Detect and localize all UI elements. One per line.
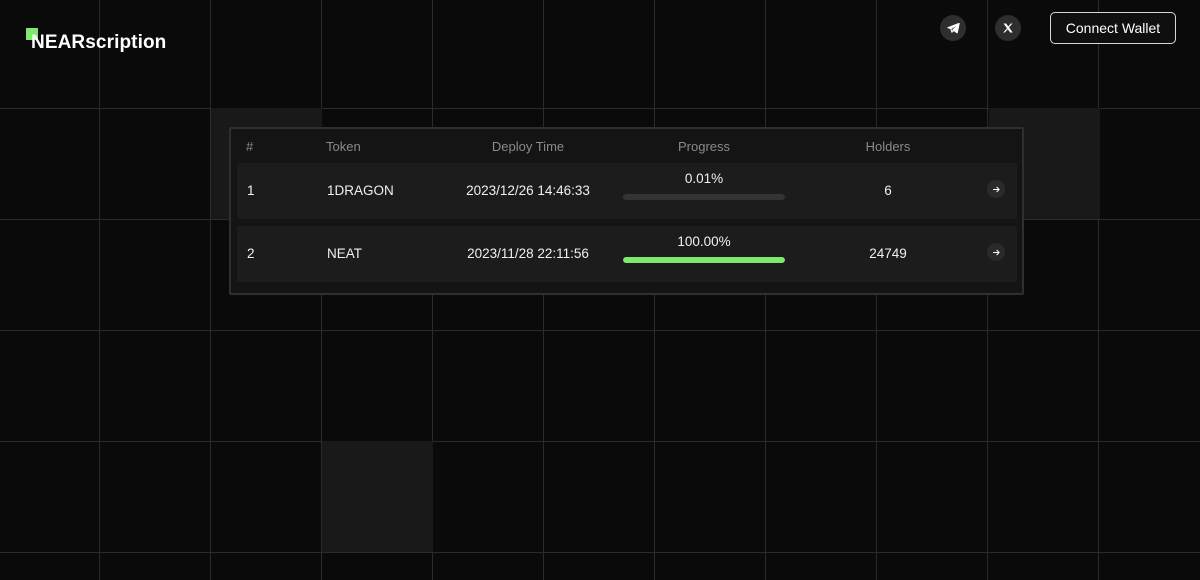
column-header-deploy-time: Deploy Time <box>491 139 565 154</box>
token-table: # Token Deploy Time Progress Holders 1 1… <box>229 127 1024 295</box>
open-token-button[interactable] <box>987 243 1005 261</box>
arrow-right-icon <box>992 186 1000 192</box>
open-token-button[interactable] <box>987 180 1005 198</box>
progress-percent: 0.01% <box>684 171 724 186</box>
progress-cell: 0.01% <box>623 171 785 200</box>
grid-highlight-cell <box>322 441 433 552</box>
app-page: NEARscription Connect Wallet # Token Dep… <box>0 0 1200 580</box>
connect-wallet-button[interactable]: Connect Wallet <box>1050 12 1176 44</box>
deploy-time: 2023/12/26 14:46:33 <box>466 183 590 198</box>
progress-bar <box>623 194 785 200</box>
table-row[interactable]: 1 1DRAGON 2023/12/26 14:46:33 0.01% 6 <box>237 163 1017 219</box>
arrow-right-icon <box>992 249 1000 255</box>
logo[interactable]: NEARscription <box>26 28 166 54</box>
token-name: 1DRAGON <box>327 183 394 198</box>
row-number: 2 <box>247 246 255 261</box>
telegram-icon <box>947 22 960 34</box>
logo-text: NEARscription <box>31 32 167 53</box>
holders-count: 24749 <box>869 246 907 261</box>
progress-bar-fill <box>623 257 785 263</box>
progress-percent: 100.00% <box>677 234 731 249</box>
progress-bar <box>623 257 785 263</box>
row-number: 1 <box>247 183 255 198</box>
column-header-holders: Holders <box>865 139 911 154</box>
deploy-time: 2023/11/28 22:11:56 <box>467 246 589 261</box>
table-row[interactable]: 2 NEAT 2023/11/28 22:11:56 100.00% 24749 <box>237 226 1017 282</box>
column-header-progress: Progress <box>677 139 731 154</box>
table-header: # Token Deploy Time Progress Holders <box>231 139 1022 159</box>
x-link[interactable] <box>995 15 1021 41</box>
x-icon <box>1003 23 1013 33</box>
progress-cell: 100.00% <box>623 234 785 263</box>
holders-count: 6 <box>884 183 892 198</box>
telegram-link[interactable] <box>940 15 966 41</box>
token-name: NEAT <box>327 246 363 261</box>
column-header-number: # <box>246 139 254 154</box>
column-header-token: Token <box>326 139 361 154</box>
